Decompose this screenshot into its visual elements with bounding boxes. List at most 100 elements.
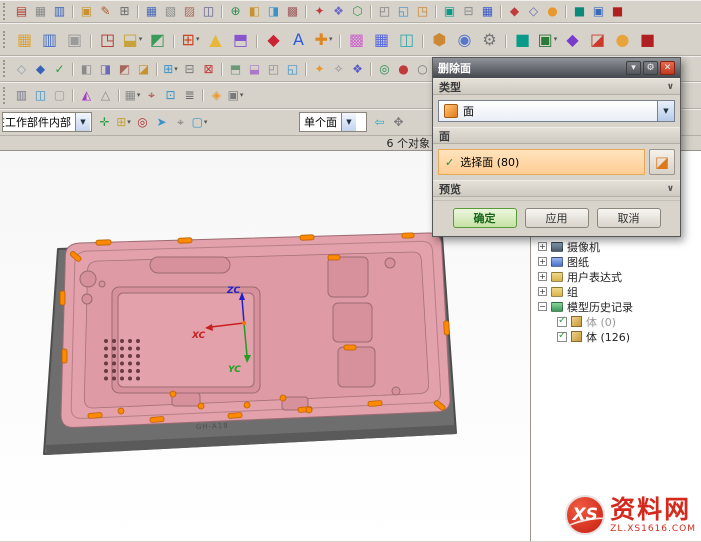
- toolbar-icon[interactable]: ⊟: [459, 2, 478, 21]
- toolbar-icon[interactable]: ◇: [524, 2, 543, 21]
- dialog-close-icon[interactable]: ✕: [660, 61, 675, 75]
- toolbar-icon[interactable]: ◇: [12, 59, 31, 78]
- apply-button[interactable]: 应用: [525, 208, 589, 228]
- toolbar-icon[interactable]: ◩: [115, 59, 134, 78]
- toolbar-icon[interactable]: ▧: [161, 2, 180, 21]
- toolbar-icon[interactable]: ▣: [440, 2, 459, 21]
- toolbar-icon[interactable]: ❖: [329, 2, 348, 21]
- selection-filter-combo[interactable]: 单个面 ▼: [299, 112, 367, 132]
- section-header-type[interactable]: 类型 ∨: [433, 78, 680, 95]
- toolbar-icon[interactable]: ◎: [375, 59, 394, 78]
- tree-item-groups[interactable]: + 组: [531, 284, 701, 299]
- toolbar-icon[interactable]: ⊞: [115, 2, 134, 21]
- toolbar-icon[interactable]: ◩: [145, 27, 170, 52]
- toolbar-icon[interactable]: ⊞: [178, 27, 203, 52]
- toolbar-icon[interactable]: ✦: [310, 2, 329, 21]
- toolbar-grip[interactable]: [3, 31, 8, 48]
- toolbar-icon[interactable]: ⬒: [226, 59, 245, 78]
- toolbar-icon[interactable]: ●: [610, 27, 635, 52]
- toolbar-icon[interactable]: ■: [510, 27, 535, 52]
- toolbar-icon[interactable]: ◫: [31, 85, 50, 104]
- toolbar-icon[interactable]: ◨: [96, 59, 115, 78]
- toolbar-icon[interactable]: ■: [608, 2, 627, 21]
- toolbar-icon[interactable]: ▦: [142, 2, 161, 21]
- dialog-collapse-icon[interactable]: ▾: [626, 61, 641, 75]
- toolbar-icon[interactable]: A: [286, 27, 311, 52]
- toolbar-icon[interactable]: ◪: [134, 59, 153, 78]
- type-combo[interactable]: 面 ▼: [438, 100, 675, 122]
- toolbar-icon[interactable]: ✦: [310, 59, 329, 78]
- toolbar-icon[interactable]: ⬓: [120, 27, 145, 52]
- toolbar-icon[interactable]: ▣: [226, 85, 245, 104]
- toolbar-icon[interactable]: ⊟: [180, 59, 199, 78]
- toolbar-icon[interactable]: ✎: [96, 2, 115, 21]
- toolbar-icon[interactable]: ✧: [329, 59, 348, 78]
- toolbar-icon[interactable]: ✥: [389, 113, 408, 132]
- toolbar-icon[interactable]: ◪: [585, 27, 610, 52]
- checkbox-checked-icon[interactable]: [557, 332, 567, 342]
- toolbar-icon[interactable]: ■: [570, 2, 589, 21]
- toolbar-grip[interactable]: [3, 87, 8, 104]
- dialog-settings-gear-icon[interactable]: ⚙: [643, 61, 658, 75]
- toolbar-icon[interactable]: ▣: [62, 27, 87, 52]
- toolbar-icon[interactable]: ⊡: [161, 85, 180, 104]
- toolbar-icon[interactable]: △: [96, 85, 115, 104]
- toolbar-icon[interactable]: ◎: [133, 112, 152, 131]
- toolbar-icon[interactable]: ⬒: [228, 27, 253, 52]
- toolbar-icon[interactable]: ◧: [77, 59, 96, 78]
- section-header-preview[interactable]: 预览 ∨: [433, 180, 680, 197]
- tree-item-drawing[interactable]: + 图纸: [531, 254, 701, 269]
- toolbar-icon[interactable]: ◧: [245, 2, 264, 21]
- toolbar-icon[interactable]: ⚙: [477, 27, 502, 52]
- toolbar-icon[interactable]: ⌖: [142, 86, 161, 105]
- expander-icon[interactable]: +: [538, 257, 547, 266]
- toolbar-icon[interactable]: ▣: [589, 2, 608, 21]
- toolbar-icon[interactable]: ⊕: [226, 2, 245, 21]
- toolbar-icon[interactable]: ⬓: [245, 59, 264, 78]
- toolbar-icon[interactable]: ▨: [180, 2, 199, 21]
- toolbar-icon[interactable]: ⬡: [348, 2, 367, 21]
- chevron-down-icon[interactable]: ▼: [75, 113, 90, 131]
- toolbar-icon[interactable]: ◱: [394, 2, 413, 21]
- toolbar-icon[interactable]: ◫: [199, 2, 218, 21]
- select-face-row[interactable]: ✓ 选择面 (80): [438, 149, 645, 175]
- toolbar-grip[interactable]: [3, 3, 8, 20]
- toolbar-icon[interactable]: ●: [394, 59, 413, 78]
- ok-button[interactable]: 确定: [453, 208, 517, 228]
- expander-icon[interactable]: +: [538, 272, 547, 281]
- toolbar-icon[interactable]: ◱: [283, 59, 302, 78]
- cancel-button[interactable]: 取消: [597, 208, 661, 228]
- tree-item-camera[interactable]: + 摄像机: [531, 239, 701, 254]
- toolbar-icon[interactable]: ≣: [180, 85, 199, 104]
- toolbar-icon[interactable]: ○: [413, 59, 432, 78]
- toolbar-icon[interactable]: ■: [635, 27, 660, 52]
- tree-item-body-0[interactable]: 体 (0): [531, 314, 701, 329]
- toolbar-icon[interactable]: ▦: [12, 27, 37, 52]
- chevron-down-icon[interactable]: ▼: [657, 101, 674, 121]
- toolbar-icon[interactable]: ▤: [12, 2, 31, 21]
- toolbar-icon[interactable]: ◆: [505, 2, 524, 21]
- toolbar-icon[interactable]: ▢: [190, 112, 209, 131]
- expander-icon[interactable]: +: [538, 242, 547, 251]
- toolbar-icon[interactable]: ▣: [535, 27, 560, 52]
- toolbar-icon[interactable]: ▥: [37, 27, 62, 52]
- toolbar-icon[interactable]: ▣: [77, 2, 96, 21]
- toolbar-icon[interactable]: ◆: [31, 59, 50, 78]
- toolbar-grip[interactable]: [3, 60, 8, 77]
- toolbar-icon[interactable]: ⊞: [161, 59, 180, 78]
- toolbar-icon[interactable]: ⇦: [370, 113, 389, 132]
- toolbar-icon[interactable]: ▦: [31, 2, 50, 21]
- tree-item-user-expressions[interactable]: + 用户表达式: [531, 269, 701, 284]
- checkbox-checked-icon[interactable]: [557, 317, 567, 327]
- dialog-titlebar[interactable]: 删除面 ▾ ⚙ ✕: [433, 58, 680, 78]
- toolbar-icon[interactable]: ➤: [152, 112, 171, 131]
- toolbar-icon[interactable]: ⬢: [427, 27, 452, 52]
- toolbar-icon[interactable]: ◳: [413, 2, 432, 21]
- toolbar-icon[interactable]: ⊠: [199, 59, 218, 78]
- toolbar-icon[interactable]: ⊞: [114, 112, 133, 131]
- toolbar-icon[interactable]: ◉: [452, 27, 477, 52]
- toolbar-icon[interactable]: ✛: [95, 112, 114, 131]
- tree-item-model-history[interactable]: − 模型历史记录: [531, 299, 701, 314]
- toolbar-icon[interactable]: ▩: [344, 27, 369, 52]
- toolbar-icon[interactable]: ◰: [375, 2, 394, 21]
